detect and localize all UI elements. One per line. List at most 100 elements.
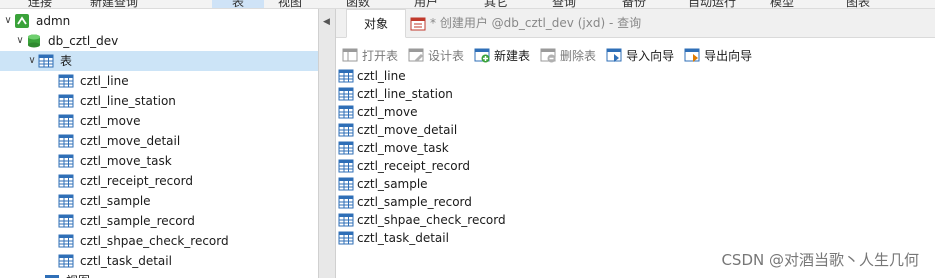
chevron-down-icon[interactable]: ∨ <box>2 11 14 31</box>
tree-table-item[interactable]: cztl_move <box>58 111 140 131</box>
toolbar-backup-button[interactable]: 备份 <box>622 0 646 8</box>
connection-label: admn <box>36 14 71 28</box>
open-table-icon <box>342 48 358 62</box>
import-icon <box>606 48 622 62</box>
tree-table-item[interactable]: cztl_move_task <box>58 151 172 171</box>
table-icon <box>338 105 354 119</box>
toolbar-chart-button[interactable]: 图表 <box>846 0 870 8</box>
tree-table-label: cztl_move_task <box>80 154 172 168</box>
tab-query[interactable]: * 创建用户 @db_cztl_dev (jxd) - 查询 <box>410 9 641 38</box>
object-list-label: cztl_line_station <box>357 87 453 101</box>
import-wizard-button[interactable]: 导入向导 <box>606 47 674 64</box>
table-icon <box>58 74 74 88</box>
table-group-icon <box>38 54 54 68</box>
table-icon <box>338 213 354 227</box>
toolbar-user-button[interactable]: 用户 <box>414 0 438 8</box>
tree-table-item[interactable]: cztl_line_station <box>58 91 176 111</box>
object-list-label: cztl_sample <box>357 177 428 191</box>
tree-table-item[interactable]: cztl_move_detail <box>58 131 180 151</box>
object-list-label: cztl_line <box>357 69 406 83</box>
object-list-item[interactable]: cztl_move <box>336 103 935 121</box>
export-icon <box>684 48 700 62</box>
table-icon <box>58 134 74 148</box>
object-list-label: cztl_receipt_record <box>357 159 470 173</box>
tree-connection-node[interactable]: ∨ admn <box>2 11 70 31</box>
table-icon <box>58 194 74 208</box>
object-list-item[interactable]: cztl_line <box>336 67 935 85</box>
table-icon <box>338 87 354 101</box>
database-label: db_cztl_dev <box>48 34 119 48</box>
object-list-item[interactable]: cztl_move_task <box>336 139 935 157</box>
table-icon <box>58 214 74 228</box>
chevron-down-icon[interactable]: ∨ <box>14 31 26 51</box>
export-wizard-button[interactable]: 导出向导 <box>684 47 752 64</box>
table-icon <box>338 69 354 83</box>
object-list-label: cztl_sample_record <box>357 195 472 209</box>
watermark-text: CSDN @对酒当歌丶人生几何 <box>721 251 919 269</box>
object-list-label: cztl_move <box>357 105 418 119</box>
tree-table-label: cztl_sample <box>80 194 151 208</box>
tree-table-label: cztl_task_detail <box>80 254 172 268</box>
open-table-button[interactable]: 打开表 <box>342 47 398 64</box>
object-list: cztl_line cztl_line_station cztl_move cz… <box>336 67 935 247</box>
design-table-icon <box>408 48 424 62</box>
tree-tables-node[interactable]: ∨ 表 <box>0 51 318 71</box>
object-panel: 对象 * 创建用户 @db_cztl_dev (jxd) - 查询 打开表 设计… <box>336 9 935 278</box>
views-node-label: 视图 <box>66 271 90 278</box>
table-icon <box>338 195 354 209</box>
toolbar-auto-run-button[interactable]: 自动运行 <box>688 0 736 8</box>
import-wizard-label: 导入向导 <box>626 48 675 63</box>
tree-table-item[interactable]: cztl_line <box>58 71 129 91</box>
tree-database-node[interactable]: ∨ db_cztl_dev <box>14 31 118 51</box>
table-icon <box>338 177 354 191</box>
object-list-label: cztl_shpae_check_record <box>357 213 506 227</box>
view-group-icon <box>45 275 59 278</box>
export-wizard-label: 导出向导 <box>704 48 753 63</box>
toolbar-view-button[interactable]: 视图 <box>278 0 302 8</box>
table-icon <box>58 154 74 168</box>
database-icon <box>28 34 40 48</box>
object-list-item[interactable]: cztl_line_station <box>336 85 935 103</box>
tree-table-item[interactable]: cztl_sample <box>58 191 151 211</box>
chevron-down-icon[interactable]: ∨ <box>26 51 38 71</box>
toolbar-model-button[interactable]: 模型 <box>770 0 794 8</box>
object-list-item[interactable]: cztl_shpae_check_record <box>336 211 935 229</box>
tree-table-item[interactable]: cztl_shpae_check_record <box>58 231 229 251</box>
tree-table-label: cztl_line_station <box>80 94 176 108</box>
toolbar-function-button[interactable]: 函数 <box>346 0 370 8</box>
tab-bar: 对象 * 创建用户 @db_cztl_dev (jxd) - 查询 <box>336 9 935 38</box>
table-icon <box>58 114 74 128</box>
tree-table-item[interactable]: cztl_task_detail <box>58 251 172 271</box>
tree-table-item[interactable]: cztl_receipt_record <box>58 171 193 191</box>
object-list-item[interactable]: cztl_sample <box>336 175 935 193</box>
object-list-item[interactable]: cztl_move_detail <box>336 121 935 139</box>
main-toolbar: 连接 新建查询 表 视图 函数 用户 其它 查询 备份 自动运行 模型 图表 <box>0 0 935 9</box>
table-icon <box>58 174 74 188</box>
panel-splitter[interactable]: ◀ <box>318 9 336 278</box>
object-list-label: cztl_task_detail <box>357 231 449 245</box>
toolbar-query-button[interactable]: 查询 <box>552 0 576 8</box>
object-actions: 打开表 设计表 新建表 删除表 导入向导 导出向导 <box>336 43 756 67</box>
object-list-item[interactable]: cztl_sample_record <box>336 193 935 211</box>
design-table-label: 设计表 <box>428 48 465 63</box>
toolbar-other-button[interactable]: 其它 <box>484 0 508 8</box>
tree-table-item[interactable]: cztl_sample_record <box>58 211 195 231</box>
toolbar-new-query-button[interactable]: 新建查询 <box>90 0 138 8</box>
delete-table-button[interactable]: 删除表 <box>540 47 596 64</box>
navigation-tree: ∨ admn ∨ db_cztl_dev ∨ 表 cztl_line cztl_… <box>0 9 318 278</box>
object-list-item[interactable]: cztl_task_detail <box>336 229 935 247</box>
tables-node-label: 表 <box>60 54 73 68</box>
query-tab-label: * 创建用户 @db_cztl_dev (jxd) - 查询 <box>430 16 642 30</box>
new-table-button[interactable]: 新建表 <box>474 47 530 64</box>
delete-table-icon <box>540 48 556 63</box>
object-list-item[interactable]: cztl_receipt_record <box>336 157 935 175</box>
design-table-button[interactable]: 设计表 <box>408 47 464 64</box>
tab-objects[interactable]: 对象 <box>346 9 406 38</box>
table-icon <box>338 123 354 137</box>
collapse-arrow-icon[interactable]: ◀ <box>323 17 330 27</box>
table-icon <box>58 94 74 108</box>
toolbar-table-button[interactable]: 表 <box>212 0 265 8</box>
table-icon <box>338 159 354 173</box>
toolbar-connect-button[interactable]: 连接 <box>28 0 52 8</box>
tree-views-node[interactable]: 视图 <box>44 271 90 278</box>
